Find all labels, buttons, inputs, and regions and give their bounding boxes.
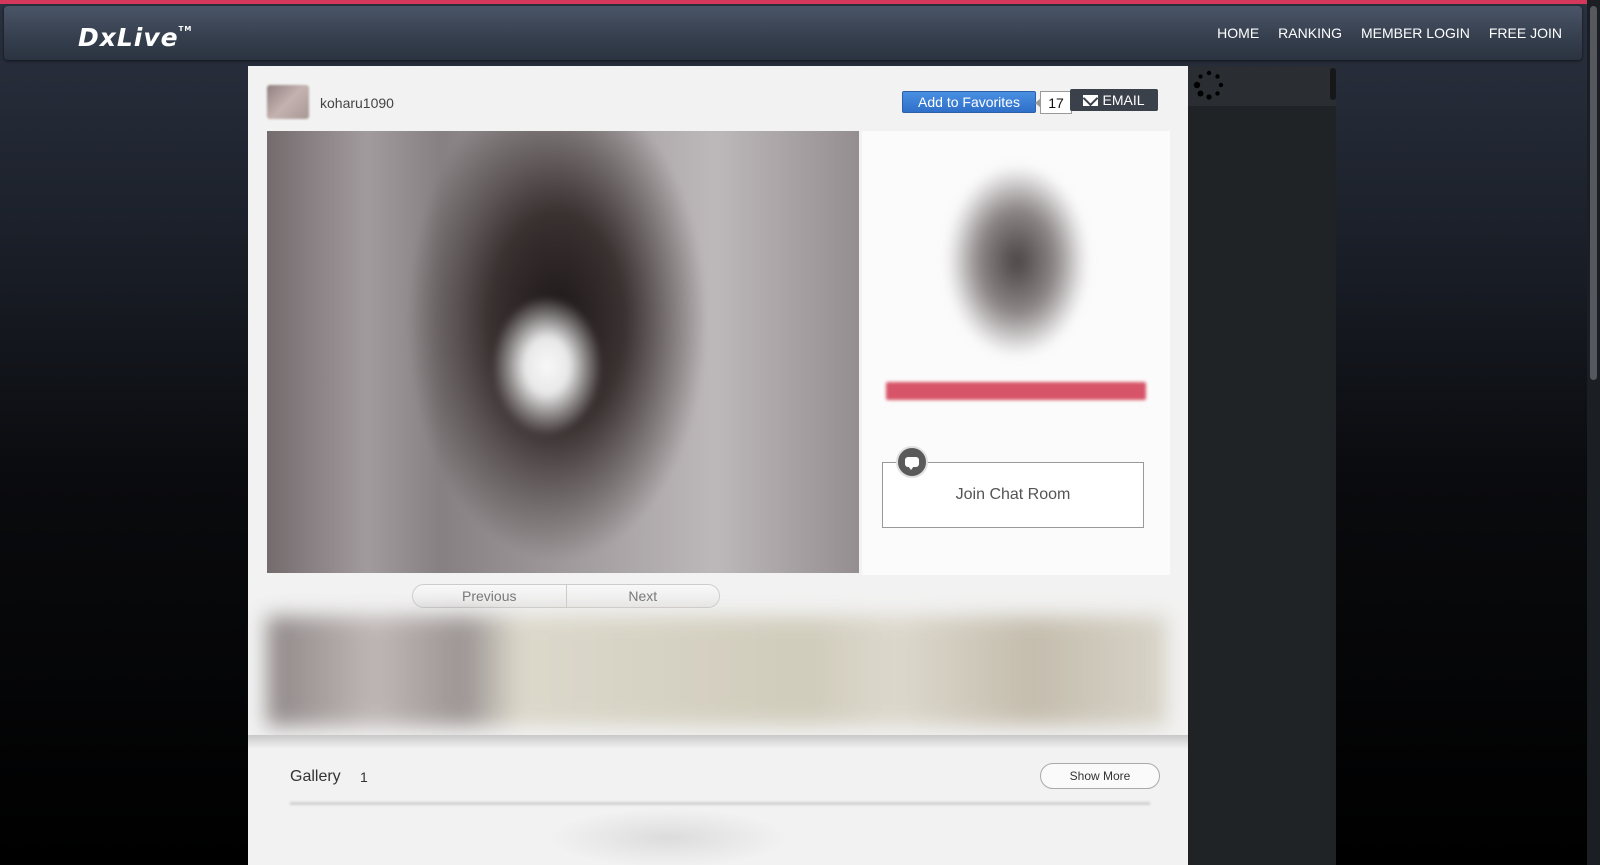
section-divider [248, 735, 1188, 749]
performer-username[interactable]: koharu1090 [320, 95, 394, 111]
nav-home-link[interactable]: HOME [1217, 25, 1259, 41]
add-to-favorites-button[interactable]: Add to Favorites [902, 91, 1036, 113]
spinner-icon [1193, 70, 1224, 100]
logo-text: DxLive [78, 23, 179, 52]
nav-free-join-link[interactable]: FREE JOIN [1489, 25, 1562, 41]
favorites-count: 17 [1035, 91, 1072, 114]
email-button-label: EMAIL [1102, 92, 1145, 108]
site-logo[interactable]: DxLiveTM [78, 23, 192, 52]
next-button[interactable]: Next [565, 585, 719, 607]
video-pager: Previous Next [412, 584, 720, 608]
join-chat-room-button[interactable]: Join Chat Room [882, 446, 1144, 528]
email-button[interactable]: EMAIL [1070, 89, 1158, 111]
chat-bubble-icon [896, 446, 928, 478]
profile-card: Join Chat Room [862, 131, 1170, 575]
page-scrollbar-thumb[interactable] [1590, 6, 1597, 380]
gallery-divider [290, 802, 1150, 805]
thumbnail-strip[interactable] [267, 616, 1167, 726]
side-panel-header [1188, 66, 1336, 106]
video-preview-image [267, 131, 859, 573]
join-chat-room-label: Join Chat Room [955, 486, 1071, 503]
side-panel-scrollbar[interactable] [1330, 68, 1336, 100]
performer-panel: koharu1090 Add to Favorites 17 EMAIL Joi… [248, 66, 1188, 865]
page-scrollbar[interactable] [1587, 0, 1600, 865]
nav-ranking-link[interactable]: RANKING [1278, 25, 1342, 41]
gallery-count: 1 [360, 769, 368, 785]
main-nav: HOME RANKING MEMBER LOGIN FREE JOIN [1217, 25, 1562, 41]
mail-icon [1083, 94, 1099, 106]
gallery-title: Gallery [290, 768, 341, 785]
top-navbar: DxLiveTM HOME RANKING MEMBER LOGIN FREE … [4, 6, 1582, 60]
top-accent-bar [0, 0, 1600, 4]
video-player[interactable] [267, 131, 859, 573]
previous-button[interactable]: Previous [413, 585, 566, 607]
profile-status-bar [886, 382, 1146, 400]
performer-avatar[interactable] [267, 85, 309, 119]
profile-photo [902, 151, 1132, 361]
nav-member-login-link[interactable]: MEMBER LOGIN [1361, 25, 1470, 41]
trademark-mark: TM [178, 24, 193, 33]
show-more-button[interactable]: Show More [1040, 763, 1160, 789]
side-panel [1188, 66, 1336, 865]
gallery-thumbnail[interactable] [548, 808, 788, 865]
